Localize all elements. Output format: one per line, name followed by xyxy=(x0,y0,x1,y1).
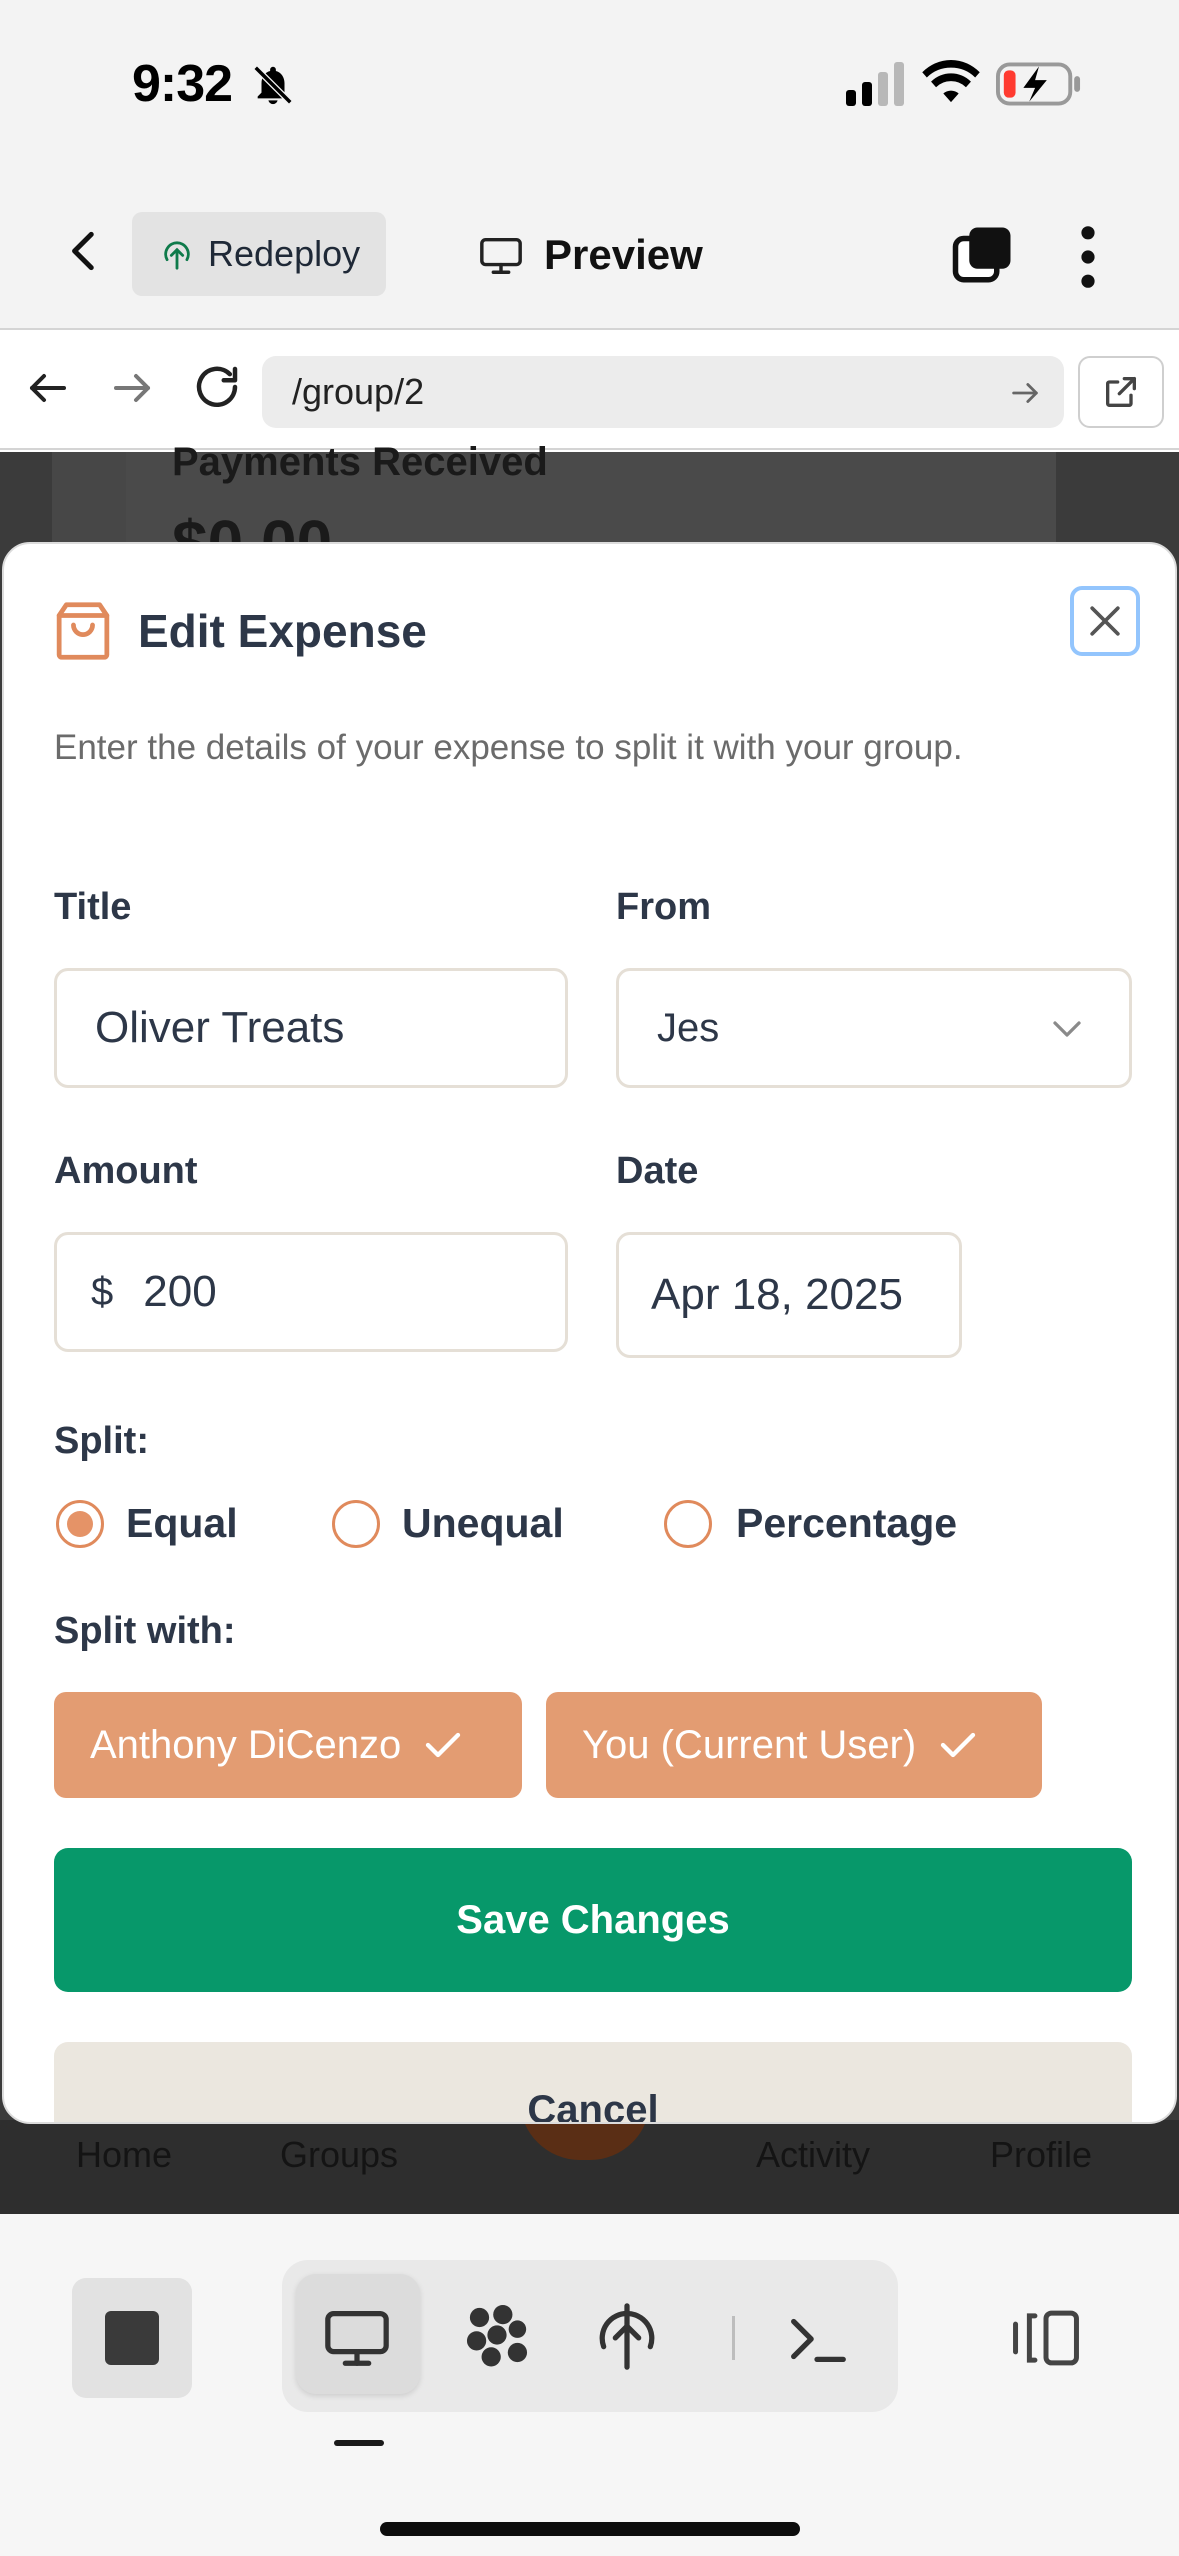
url-input[interactable]: /group/2 xyxy=(262,356,1064,428)
status-time: 9:32 xyxy=(132,55,233,113)
bell-muted-icon xyxy=(253,65,293,105)
monitor-icon xyxy=(480,237,522,274)
deploy-icon xyxy=(164,241,190,270)
cellular-signal-icon xyxy=(846,62,904,106)
terminal-icon[interactable] xyxy=(782,2304,852,2374)
bottom-toolbar xyxy=(0,2214,1179,2556)
shopping-bag-icon xyxy=(56,602,110,660)
chevron-down-icon xyxy=(1053,1021,1081,1037)
background-nav-home: Home xyxy=(76,2134,173,2175)
check-icon xyxy=(941,1732,976,1758)
date-input-value: Apr 18, 2025 xyxy=(651,1270,903,1319)
edit-expense-dialog: Edit Expense Enter the details of your e… xyxy=(2,542,1177,2124)
background-nav-activity: Activity xyxy=(756,2134,871,2175)
url-text: /group/2 xyxy=(292,371,425,412)
currency-symbol: $ xyxy=(91,1269,114,1314)
split-unequal-label[interactable]: Unequal xyxy=(402,1500,564,1547)
amount-input-value: 200 xyxy=(143,1267,217,1316)
monitor-icon[interactable] xyxy=(322,2302,392,2372)
tool-group xyxy=(282,2260,898,2412)
background-nav-profile: Profile xyxy=(990,2134,1093,2175)
back-chevron-icon[interactable] xyxy=(60,226,110,276)
go-arrow-icon[interactable] xyxy=(1008,376,1042,410)
stop-icon xyxy=(105,2311,159,2365)
date-label: Date xyxy=(616,1150,699,1192)
arrow-left-icon[interactable] xyxy=(24,364,72,412)
chip-label: You (Current User) xyxy=(582,1722,917,1767)
dialog-title: Edit Expense xyxy=(138,605,427,657)
reload-icon[interactable] xyxy=(190,360,244,414)
cancel-label: Cancel xyxy=(527,2088,659,2124)
external-link-icon xyxy=(1106,377,1136,407)
from-label: From xyxy=(616,886,711,928)
battery-charging-icon xyxy=(996,62,1081,106)
home-indicator xyxy=(380,2522,800,2536)
split-percentage-label[interactable]: Percentage xyxy=(736,1500,957,1547)
panel-layout-icon[interactable] xyxy=(1010,2306,1082,2370)
amount-input[interactable]: $ 200 xyxy=(54,1232,568,1352)
redeploy-button[interactable]: Redeploy xyxy=(132,212,386,296)
chip-label: Anthony DiCenzo xyxy=(90,1722,402,1767)
background-nav-groups: Groups xyxy=(280,2134,399,2175)
split-label: Split: xyxy=(54,1420,149,1462)
toolbar-divider xyxy=(732,2316,735,2360)
preview-label: Preview xyxy=(544,231,703,278)
arrow-right-icon[interactable] xyxy=(108,364,156,412)
split-percentage-radio[interactable] xyxy=(664,1500,712,1548)
more-menu-icon[interactable] xyxy=(1068,224,1108,290)
app-top-bar: Redeploy Preview xyxy=(0,170,1179,330)
split-with-chip-anthony[interactable]: Anthony DiCenzo xyxy=(54,1692,522,1798)
dialog-description: Enter the details of your expense to spl… xyxy=(54,728,963,767)
status-bar: 9:32 xyxy=(0,0,1179,170)
amount-label: Amount xyxy=(54,1150,198,1192)
from-select[interactable]: Jes xyxy=(616,968,1132,1088)
save-changes-button[interactable]: Save Changes xyxy=(54,1848,1132,1992)
open-external-button[interactable] xyxy=(1078,356,1164,428)
deploy-icon[interactable] xyxy=(592,2300,662,2370)
title-label: Title xyxy=(54,886,132,928)
close-button[interactable] xyxy=(1070,586,1140,656)
workspace-icon[interactable] xyxy=(462,2300,532,2370)
split-unequal-radio[interactable] xyxy=(332,1500,380,1548)
tabs-switcher-icon[interactable] xyxy=(950,222,1016,288)
wifi-icon xyxy=(922,60,980,103)
split-equal-label[interactable]: Equal xyxy=(126,1500,238,1547)
close-icon xyxy=(1090,606,1120,636)
active-tab-indicator xyxy=(334,2440,384,2446)
date-input[interactable]: Apr 18, 2025 xyxy=(616,1232,962,1358)
cancel-button[interactable]: Cancel xyxy=(54,2042,1132,2124)
preview-tab[interactable]: Preview xyxy=(478,220,703,290)
from-select-value: Jes xyxy=(657,1005,720,1050)
title-input-value: Oliver Treats xyxy=(95,1003,345,1052)
title-input[interactable]: Oliver Treats xyxy=(54,968,568,1088)
background-payments-label: Payments Received xyxy=(172,440,548,484)
split-equal-radio[interactable] xyxy=(56,1500,104,1548)
check-icon xyxy=(426,1732,461,1758)
save-changes-label: Save Changes xyxy=(456,1897,730,1942)
url-bar: /group/2 xyxy=(0,332,1179,450)
stop-button[interactable] xyxy=(72,2278,192,2398)
redeploy-label: Redeploy xyxy=(208,233,361,274)
split-with-label: Split with: xyxy=(54,1610,236,1652)
split-with-chip-current-user[interactable]: You (Current User) xyxy=(546,1692,1042,1798)
